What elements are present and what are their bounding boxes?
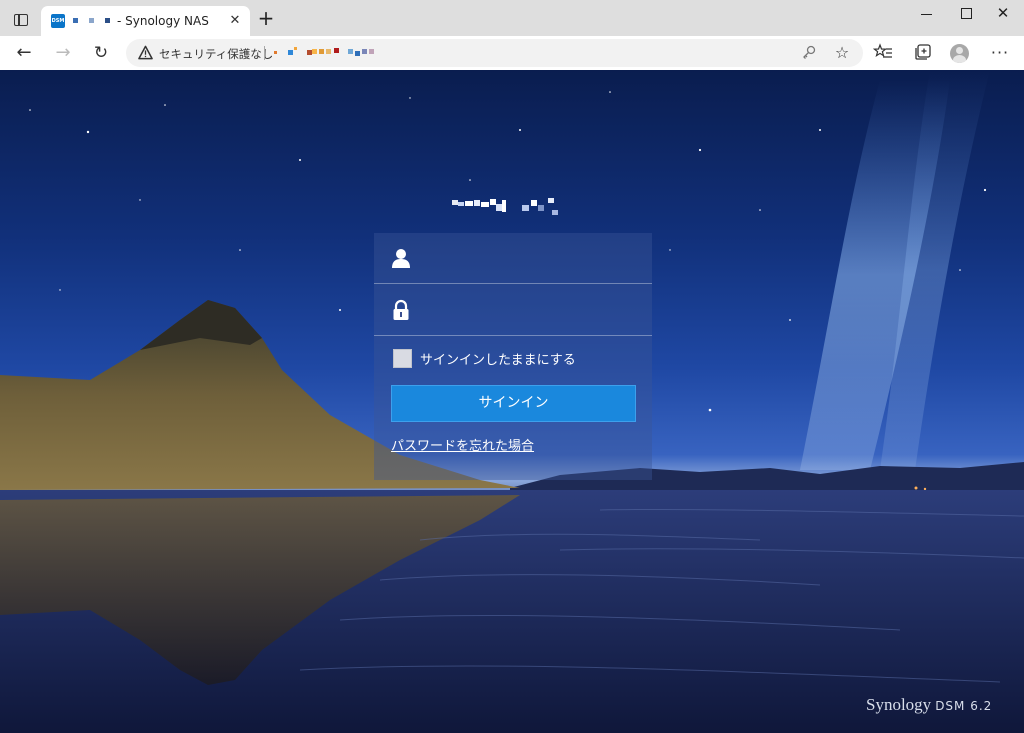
add-favorite-star-icon[interactable]: ☆: [833, 44, 851, 62]
sign-in-button[interactable]: サインイン: [391, 385, 636, 422]
password-field: [374, 285, 652, 336]
remember-me-label[interactable]: サインインしたままにする: [420, 349, 576, 368]
tab-synology-nas[interactable]: DSM - Synology NAS ✕: [41, 6, 250, 36]
new-tab-icon[interactable]: +: [256, 8, 276, 29]
redacted-pixel: [89, 18, 94, 23]
address-separator: [264, 46, 265, 60]
redacted-pixel: [105, 18, 110, 23]
window-maximize-icon[interactable]: [953, 6, 979, 22]
synology-dsm-logo: Synology DSM 6.2: [866, 695, 992, 715]
forgot-password-link[interactable]: パスワードを忘れた場合: [391, 435, 534, 454]
dsm-favicon-icon: DSM: [51, 14, 65, 28]
profile-avatar-icon[interactable]: [948, 42, 970, 64]
hostname-logo-image: [452, 198, 558, 215]
security-warning-label[interactable]: セキュリティ保護なし: [159, 46, 273, 62]
favorites-icon[interactable]: [872, 42, 894, 64]
tab-close-icon[interactable]: ✕: [226, 12, 244, 30]
window-close-icon[interactable]: ✕: [990, 4, 1016, 22]
username-input[interactable]: [424, 245, 638, 273]
collections-icon[interactable]: [912, 42, 934, 64]
warning-triangle-icon[interactable]: [138, 45, 153, 60]
synology-brand-text: Synology: [866, 695, 932, 714]
address-bar[interactable]: セキュリティ保護なし ☆: [126, 39, 863, 67]
back-arrow-icon[interactable]: ←: [12, 41, 36, 65]
browser-tab-bar: DSM - Synology NAS ✕ + ✕: [0, 0, 1024, 36]
login-form: サインインしたままにする サインイン パスワードを忘れた場合: [374, 233, 652, 480]
lock-icon: [393, 299, 409, 320]
dsm-version-text: DSM 6.2: [935, 699, 993, 713]
reload-icon[interactable]: ↻: [89, 41, 113, 65]
browser-toolbar: ← → ↻ セキュリティ保護なし ☆ ···: [0, 36, 1024, 71]
username-field: [374, 233, 652, 284]
redacted-pixel: [73, 18, 78, 23]
tab-actions-icon[interactable]: [10, 9, 32, 31]
window-minimize-icon[interactable]: [913, 6, 939, 22]
user-icon: [392, 249, 410, 268]
dsm-login-page: サインインしたままにする サインイン パスワードを忘れた場合 Synology D…: [0, 70, 1024, 733]
more-menu-icon[interactable]: ···: [989, 42, 1011, 64]
key-icon[interactable]: [802, 45, 816, 61]
tab-title: - Synology NAS: [117, 14, 209, 28]
password-input[interactable]: [424, 297, 638, 325]
forward-arrow-icon[interactable]: →: [51, 41, 75, 65]
remember-me-checkbox[interactable]: [393, 349, 412, 368]
